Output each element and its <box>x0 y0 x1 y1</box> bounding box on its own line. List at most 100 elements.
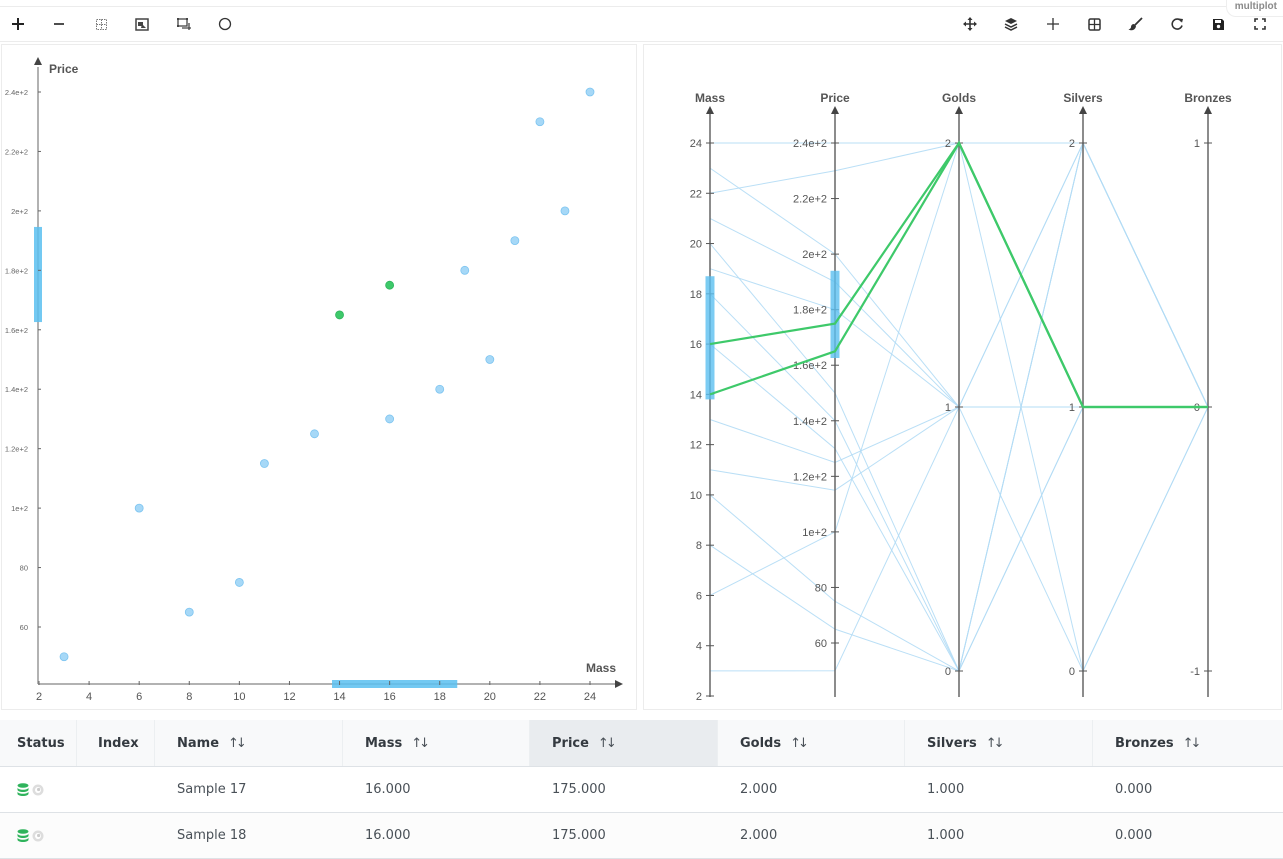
column-header-golds[interactable]: Golds ↑↓ <box>718 720 905 766</box>
axis-title-golds: Golds <box>942 91 976 105</box>
bronzes-cell: 0.000 <box>1115 828 1153 843</box>
column-header-price[interactable]: Price ↑↓ <box>530 720 718 766</box>
axis-tick-label: 0 <box>945 666 951 678</box>
lasso-select-button[interactable] <box>171 11 197 37</box>
eye-icon[interactable] <box>31 784 45 796</box>
fullscreen-icon <box>1254 18 1266 30</box>
data-point <box>460 265 470 275</box>
x-tick-label: 20 <box>484 691 496 703</box>
brush-icon <box>1128 17 1143 31</box>
y-tick-label: 1.8e+2 <box>5 266 28 275</box>
column-header-silvers[interactable]: Silvers ↑↓ <box>905 720 1093 766</box>
axis-tick-label: 10 <box>690 490 702 502</box>
golds-cell: 2.000 <box>740 782 778 797</box>
column-header-name[interactable]: Name ↑↓ <box>155 720 343 766</box>
axis-tick-label: 2 <box>1069 138 1075 150</box>
eye-icon[interactable] <box>31 830 45 842</box>
y-tick-label: 1e+2 <box>11 504 28 513</box>
x-tick-label: 24 <box>584 691 596 703</box>
add-button[interactable] <box>1040 11 1066 37</box>
axis-title-price: Price <box>820 91 850 105</box>
y-brush <box>34 226 42 323</box>
axis-tick-label: 14 <box>690 389 702 401</box>
axis-tick-label: 8 <box>696 540 702 552</box>
axis-title-silvers: Silvers <box>1063 91 1103 105</box>
sort-icon[interactable]: ↑↓ <box>411 736 430 751</box>
parallel-coordinates-plot[interactable]: Mass24681012141618202224Price60801e+21.2… <box>644 45 1281 709</box>
axis-tick-label: 1 <box>945 402 951 414</box>
layers-button[interactable] <box>998 11 1024 37</box>
axis-title-bronzes: Bronzes <box>1184 91 1232 105</box>
scatter-plot[interactable]: PriceMass2 4 6 8 10 12 14 16 18 20 22 2460801e+21.2… <box>2 45 636 709</box>
axis-tick-label: 1.4e+2 <box>793 416 827 428</box>
sort-icon[interactable]: ↑↓ <box>1183 736 1202 751</box>
x-tick-label: 6 <box>136 691 142 703</box>
x-tick-label: 8 <box>186 691 192 703</box>
data-point <box>485 355 495 364</box>
brush-button[interactable] <box>1122 11 1148 37</box>
zoom-out-button[interactable] <box>46 11 72 37</box>
table-row[interactable]: Sample 18 16.000 175.000 2.000 1.000 0.0… <box>0 813 1283 859</box>
x-tick-label: 22 <box>534 691 546 703</box>
price-cell: 175.000 <box>552 782 606 797</box>
y-tick-label: 60 <box>20 623 28 632</box>
table-header: Status Index Name ↑↓ Mass ↑↓ Price ↑↓ Golds… <box>0 720 1283 767</box>
x-tick-label: 10 <box>233 691 245 703</box>
axis-arrow-icon <box>831 106 839 114</box>
name-cell: Sample 17 <box>177 782 247 797</box>
brand-label: multiplot <box>1225 0 1283 17</box>
minus-icon <box>54 23 64 25</box>
circle-icon <box>218 17 232 31</box>
x-tick-label: 2 <box>36 691 42 703</box>
image-icon <box>135 17 149 31</box>
axis-arrow-icon <box>1204 106 1212 114</box>
circle-select-button[interactable] <box>212 11 238 37</box>
image-button[interactable] <box>129 11 155 37</box>
database-icon[interactable] <box>17 783 29 796</box>
column-header-bronzes[interactable]: Bronzes ↑↓ <box>1093 720 1283 766</box>
column-header-mass[interactable]: Mass ↑↓ <box>343 720 530 766</box>
axis-tick-label: 1.8e+2 <box>793 305 827 317</box>
data-point <box>260 459 269 468</box>
axis-tick-label: 2.4e+2 <box>793 138 827 150</box>
sort-icon[interactable]: ↑↓ <box>598 736 617 751</box>
axis-tick-label: 20 <box>690 239 702 251</box>
grid-button[interactable] <box>1081 11 1107 37</box>
pan-button[interactable] <box>957 11 983 37</box>
refresh-icon <box>1171 18 1183 30</box>
axis-tick-label: 6 <box>696 590 702 602</box>
y-axis-label: Price <box>49 62 79 76</box>
name-cell: Sample 18 <box>177 828 247 843</box>
database-icon[interactable] <box>17 829 29 842</box>
data-point <box>184 607 194 617</box>
box-select-button[interactable] <box>88 11 114 37</box>
axis-tick-label: 1.6e+2 <box>793 360 827 372</box>
index-cell <box>77 767 98 812</box>
axis-tick-label: 1.2e+2 <box>793 471 827 483</box>
zoom-in-button[interactable] <box>5 11 31 37</box>
data-point <box>535 117 545 127</box>
scatter-plot-panel[interactable]: Price Mass 2 4 6 8 10 12 14 16 18 20 22 24 60 80 1e+2 1.2… <box>1 44 637 710</box>
data-point <box>59 652 69 662</box>
price-cell: 175.000 <box>552 828 606 843</box>
parallel-coordinates-panel[interactable]: Mass 2 4 6 8 10 12 14 16 18 20 22 24 Price 60 80 1e+2 1.2… <box>643 44 1282 710</box>
reset-button[interactable] <box>1164 11 1190 37</box>
status-cell <box>0 767 45 812</box>
axis-tick-label: 16 <box>690 339 702 351</box>
axis-title-mass: Mass <box>695 91 725 105</box>
axis-tick-label: 1 <box>1069 402 1075 414</box>
bronzes-cell: 0.000 <box>1115 782 1153 797</box>
table-row[interactable]: Sample 17 16.000 175.000 2.000 1.000 0.0… <box>0 767 1283 813</box>
y-tick-label: 1.2e+2 <box>5 445 28 454</box>
x-tick-label: 12 <box>283 691 295 703</box>
axis-tick-label: 0 <box>1069 666 1075 678</box>
sort-icon[interactable]: ↑↓ <box>228 736 247 751</box>
sort-icon[interactable]: ↑↓ <box>790 736 809 751</box>
index-cell <box>77 813 98 858</box>
data-table: Status Index Name ↑↓ Mass ↑↓ Price ↑↓ Golds… <box>0 720 1283 859</box>
sort-icon[interactable]: ↑↓ <box>986 736 1005 751</box>
dotted-box-icon <box>95 18 107 30</box>
plus-icon <box>1047 18 1059 30</box>
axis-tick-label: 60 <box>815 638 827 650</box>
save-button[interactable] <box>1205 11 1231 37</box>
